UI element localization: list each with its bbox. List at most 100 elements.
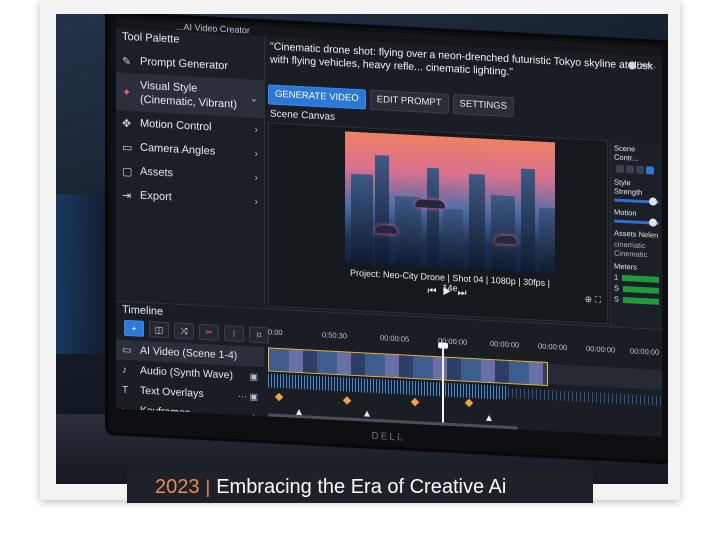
scene-controls-title: Scene Contr...: [614, 143, 639, 163]
ruler-tick: 00:00:00: [630, 346, 660, 357]
building: [469, 173, 485, 271]
scene-controls-panel: Scene Contr... Style Strength Motion Ass…: [610, 140, 662, 332]
chevron-right-icon[interactable]: ›: [255, 148, 258, 159]
split-icon[interactable]: ⁞: [224, 325, 244, 343]
video-icon: ▭: [122, 344, 132, 356]
folder-icon: ▢: [122, 165, 133, 178]
scene-controls-header: Scene Contr...: [614, 144, 659, 164]
cut-icon[interactable]: ✂: [199, 323, 219, 341]
skip-back-icon[interactable]: ⏮: [428, 286, 443, 298]
motion-label: Motion: [614, 207, 637, 218]
music-icon: ♪: [122, 364, 127, 376]
caption-year: 2023: [155, 475, 200, 498]
copy-icon[interactable]: ◫: [149, 321, 169, 339]
monitor: ...AI Video Creator Tool Palette ✎ Promp…: [108, 14, 668, 462]
building: [521, 168, 535, 274]
chevron-right-icon[interactable]: ›: [255, 196, 258, 207]
play-icon[interactable]: ▶: [443, 287, 458, 299]
skip-forward-icon[interactable]: ⏭: [457, 287, 472, 299]
meter-bar: [623, 296, 659, 305]
monitor-photo: ...AI Video Creator Tool Palette ✎ Promp…: [56, 14, 668, 484]
scene-controls-icons: [614, 164, 659, 177]
edit-prompt-button[interactable]: EDIT PROMPT: [369, 89, 449, 114]
control-icon[interactable]: [616, 164, 624, 174]
building: [375, 154, 389, 266]
meter-label: S: [614, 294, 620, 304]
chevron-down-icon[interactable]: ⌄: [250, 93, 258, 104]
palette-item-label: Visual Style (Cinematic, Vibrant): [140, 79, 237, 111]
flying-vehicle: [495, 235, 517, 245]
ruler-tick: 00:00:05: [380, 333, 410, 344]
scene-canvas-title: Scene Canvas: [270, 108, 336, 123]
edit-icon: ✎: [122, 55, 132, 68]
audio-waveform: [508, 387, 662, 407]
ruler-tick: 00:00:00: [586, 344, 616, 355]
control-icon[interactable]: [636, 165, 644, 175]
palette-item-label: Export: [140, 189, 172, 204]
export-icon: ⇥: [122, 189, 132, 202]
background-glow: [56, 194, 116, 354]
meter-label: 1: [614, 272, 619, 282]
keyframe-marker[interactable]: [364, 410, 370, 417]
meter-label: S: [614, 283, 620, 293]
style-strength-label: Style Strength: [614, 177, 643, 198]
chevron-right-icon[interactable]: ›: [255, 124, 258, 135]
style-strength-slider[interactable]: [614, 197, 659, 206]
building: [539, 207, 555, 275]
snap-icon[interactable]: ⌗: [249, 326, 269, 344]
motion-slider[interactable]: [614, 218, 659, 227]
keyframe-marker[interactable]: [342, 396, 352, 405]
ruler-tick: 0:00: [268, 327, 283, 338]
status-label: Pow...: [636, 61, 656, 70]
meter-bar: [623, 285, 659, 294]
app-window: ...AI Video Creator Tool Palette ✎ Promp…: [116, 18, 662, 438]
caption-text: Embracing the Era of Creative Ai: [216, 475, 507, 498]
keyframe-icon: ›: [122, 404, 126, 416]
sparkle-icon: ✦: [122, 86, 132, 99]
shuffle-icon[interactable]: ⤨: [174, 322, 194, 340]
move-icon: ✥: [122, 117, 132, 130]
palette-item-label: Motion Control: [140, 117, 212, 134]
keyframe-marker[interactable]: [274, 392, 284, 402]
track-label: AI Video (Scene 1-4): [140, 344, 238, 362]
keyframe-marker[interactable]: [464, 398, 474, 408]
scene-canvas: Project: Neo-City Drone | Shot 04 | 1080…: [268, 122, 608, 325]
keyframe-marker[interactable]: [486, 414, 492, 422]
flying-vehicle: [375, 224, 397, 235]
settings-button[interactable]: SETTINGS: [452, 94, 515, 118]
playhead[interactable]: [442, 346, 444, 427]
text-icon: T: [122, 384, 129, 396]
slider-knob[interactable]: [649, 218, 657, 227]
assets-header: Assets Nelen: [614, 228, 659, 240]
scene-preview-image: [345, 131, 555, 275]
empty-video-track: [548, 364, 662, 391]
ruler-tick: 00:00:00: [490, 339, 520, 350]
timeline-toolbar: + ◫ ⤨ ✂ ⁞ ⌗: [124, 319, 269, 344]
control-icon[interactable]: [646, 166, 654, 175]
more-icon[interactable]: ··· ▣: [238, 390, 258, 402]
palette-item-label: Camera Angles: [140, 141, 216, 158]
generate-video-button[interactable]: GENERATE VIDEO: [268, 84, 366, 110]
building: [443, 208, 463, 270]
flying-vehicle: [415, 199, 445, 209]
caption-banner: 2023 | Embracing the Era of Creative Ai: [127, 471, 593, 503]
add-icon[interactable]: +: [124, 319, 144, 337]
more-icon[interactable]: ··· ▲: [238, 411, 258, 422]
chevron-right-icon[interactable]: ›: [255, 172, 258, 183]
palette-item-label: Assets: [140, 165, 174, 180]
caption-separator: |: [205, 476, 211, 497]
zoom-icon[interactable]: ⊕ ⛶: [585, 294, 601, 306]
lock-icon[interactable]: ▣: [249, 371, 258, 382]
control-icon[interactable]: [626, 165, 634, 174]
keyframe-marker[interactable]: [410, 397, 420, 407]
status-icon: [628, 61, 636, 70]
building: [427, 167, 439, 269]
tool-palette: Tool Palette ✎ Prompt Generator ✦ Visual…: [116, 28, 265, 305]
slider-knob[interactable]: [649, 197, 657, 206]
timeline-title: Timeline: [122, 303, 164, 318]
asset-value: cinematic Cinematic: [614, 239, 648, 260]
track-label: Text Overlays: [140, 384, 204, 401]
camera-icon: ▭: [122, 141, 133, 154]
building: [491, 195, 515, 273]
track-list: ▭ AI Video (Scene 1-4) ♪ Audio (Synth Wa…: [116, 339, 264, 427]
